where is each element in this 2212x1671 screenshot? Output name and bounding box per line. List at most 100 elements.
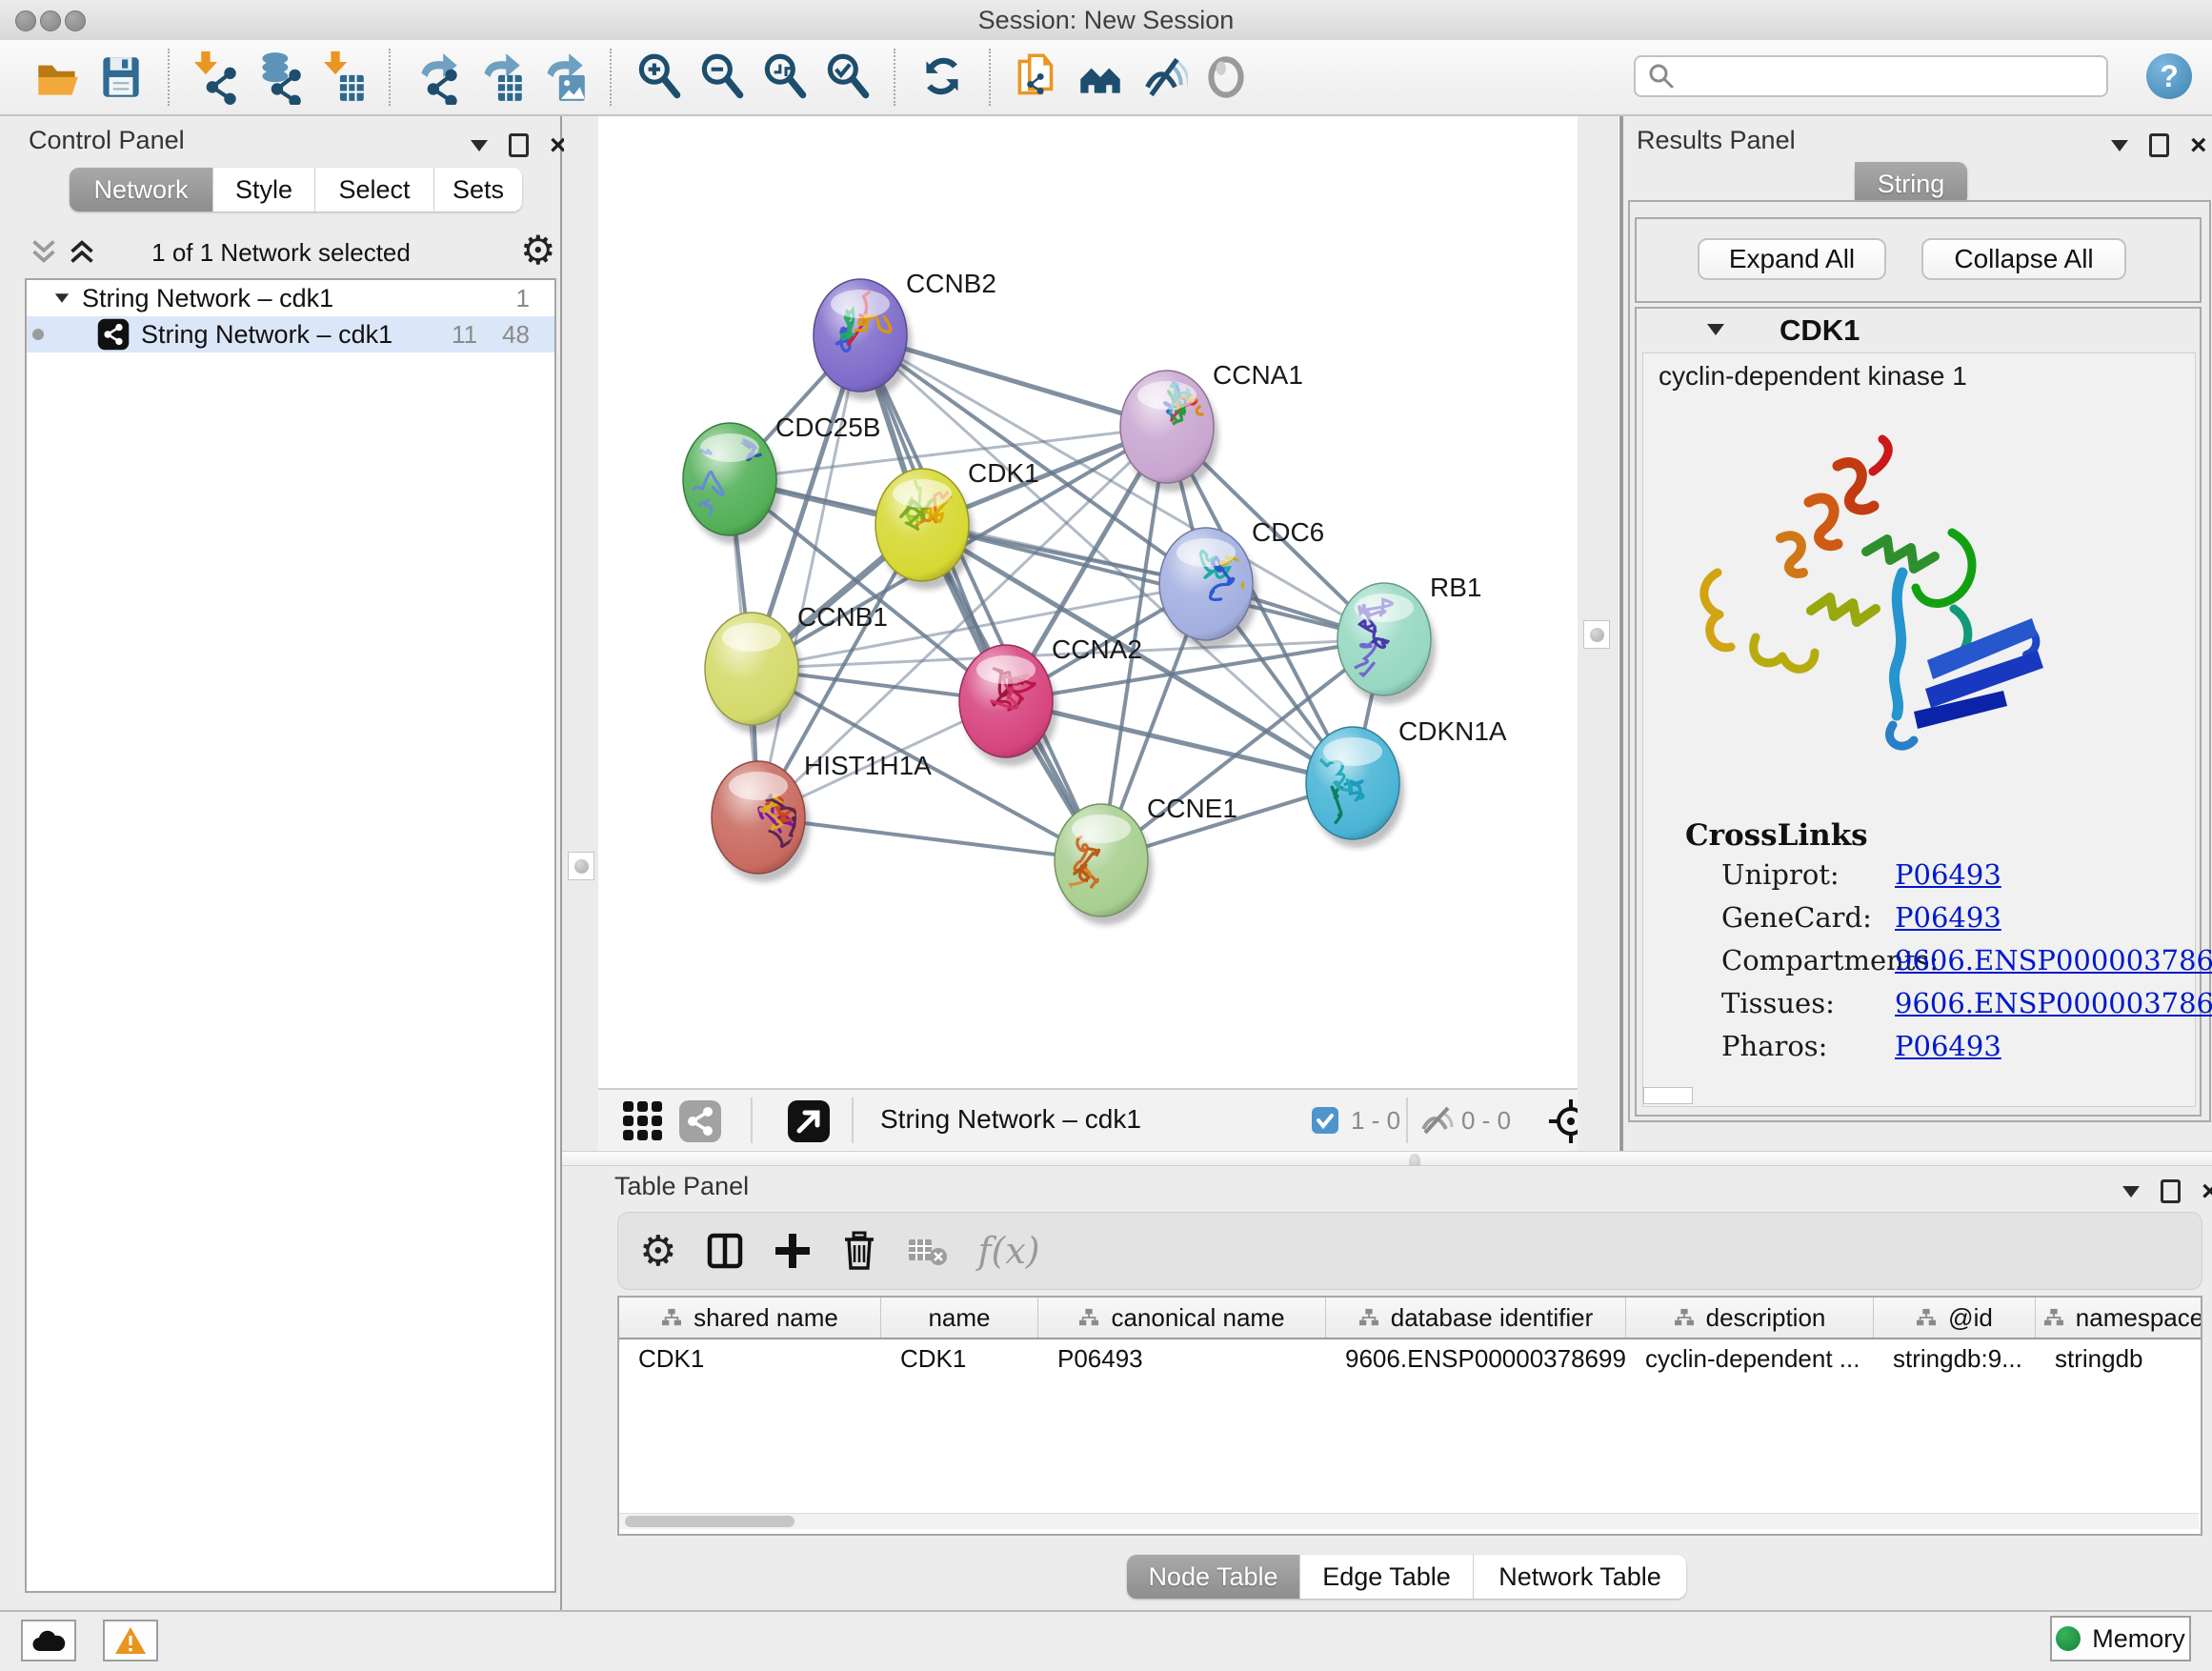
expand-all-button[interactable]: Expand All xyxy=(1698,238,1886,280)
network-name: String Network – cdk1 xyxy=(82,284,333,313)
crosslink-link[interactable]: P06493 xyxy=(1895,901,2001,934)
network-edge[interactable] xyxy=(758,817,1101,860)
close-panel-icon[interactable]: × xyxy=(2202,1182,2212,1201)
network-node-cdc6[interactable] xyxy=(1159,528,1257,649)
column-header-@id[interactable]: @id xyxy=(1874,1298,2036,1338)
column-header-database-identifier[interactable]: database identifier xyxy=(1326,1298,1626,1338)
tab-node-table[interactable]: Node Table xyxy=(1127,1555,1300,1599)
application-window: Session: New Session ? Control Panel × N… xyxy=(0,0,2212,1671)
crosslink-label: Uniprot: xyxy=(1721,858,1895,891)
zoom-out-icon[interactable] xyxy=(696,49,746,106)
collapse-panel-icon[interactable] xyxy=(2111,140,2128,151)
network-tree-row[interactable]: String Network – cdk11148 xyxy=(27,316,554,352)
network-node-ccna1[interactable] xyxy=(1120,371,1218,492)
collapse-panel-icon[interactable] xyxy=(2122,1186,2140,1198)
selected-checkbox-icon[interactable] xyxy=(1311,1106,1339,1135)
node-label: CCNB2 xyxy=(906,269,996,298)
network-node-ccne1[interactable] xyxy=(1054,804,1153,925)
crosslink-link[interactable]: P06493 xyxy=(1895,1030,2001,1062)
export-image-icon[interactable] xyxy=(538,49,588,106)
refresh-icon[interactable] xyxy=(917,49,967,106)
network-node-hist1h1a[interactable] xyxy=(712,761,810,882)
home-icon[interactable] xyxy=(1076,49,1125,106)
right-splitter-handle[interactable] xyxy=(1583,620,1610,649)
entry-expander-icon[interactable] xyxy=(1707,324,1724,335)
column-header-shared-name[interactable]: shared name xyxy=(619,1298,881,1338)
column-header-canonical-name[interactable]: canonical name xyxy=(1038,1298,1326,1338)
cloud-status-button[interactable] xyxy=(21,1620,76,1661)
scrollbar-thumb[interactable] xyxy=(1643,1087,1693,1104)
network-tree-row[interactable]: String Network – cdk11 xyxy=(27,280,554,316)
crosslink-label: Tissues: xyxy=(1721,987,1895,1019)
column-header-namespace[interactable]: namespace xyxy=(2036,1298,2202,1338)
column-header-name[interactable]: name xyxy=(881,1298,1038,1338)
import-network-file-icon[interactable] xyxy=(191,49,241,106)
delete-table-icon[interactable] xyxy=(907,1234,949,1268)
tab-edge-table[interactable]: Edge Table xyxy=(1300,1555,1474,1599)
crosslink-link[interactable]: 9606.ENSP00000378699 xyxy=(1895,987,2212,1019)
close-panel-icon[interactable]: × xyxy=(2190,136,2207,155)
node-label: CDC6 xyxy=(1252,517,1324,547)
float-panel-icon[interactable] xyxy=(509,133,529,157)
help-icon[interactable]: ? xyxy=(2146,53,2192,99)
warning-status-button[interactable] xyxy=(103,1620,158,1661)
columns-icon[interactable] xyxy=(705,1231,745,1271)
crosslink-link[interactable]: P06493 xyxy=(1895,858,2001,891)
tab-style[interactable]: Style xyxy=(213,168,315,211)
network-node-cdc25b[interactable] xyxy=(665,423,781,544)
collapse-panel-icon[interactable] xyxy=(471,140,488,151)
import-network-database-icon[interactable] xyxy=(254,49,304,106)
table-panel-splitter[interactable] xyxy=(562,1151,2212,1166)
save-session-icon[interactable] xyxy=(96,49,146,106)
fx-icon[interactable]: f(x) xyxy=(977,1230,1039,1272)
float-panel-icon[interactable] xyxy=(2149,133,2169,157)
grid-view-icon[interactable] xyxy=(621,1099,665,1143)
add-icon[interactable] xyxy=(774,1232,812,1270)
search-input[interactable] xyxy=(1681,62,2106,91)
left-splitter-handle[interactable] xyxy=(568,852,594,880)
node-label: CCNB1 xyxy=(797,602,888,632)
trash-icon[interactable] xyxy=(840,1230,878,1272)
toolbar-separator xyxy=(989,49,991,106)
hide-eye-icon[interactable] xyxy=(1138,49,1188,106)
zoom-in-icon[interactable] xyxy=(633,49,683,106)
network-node-ccna2[interactable] xyxy=(959,645,1057,766)
tab-network-table[interactable]: Network Table xyxy=(1474,1555,1686,1599)
status-bar: Memory xyxy=(0,1610,2212,1671)
crosslink-link[interactable]: 9606.ENSP00000378699 xyxy=(1895,944,2212,976)
open-in-window-icon[interactable] xyxy=(787,1099,831,1143)
network-canvas[interactable]: CCNB2CCNA1CDC25BCDK1CDC6RB1CCNB1CCNA2CDK… xyxy=(598,116,1578,1088)
network-node-cdkn1a[interactable] xyxy=(1306,727,1404,848)
tab-sets[interactable]: Sets xyxy=(434,168,522,211)
network-list-icon[interactable] xyxy=(678,1099,722,1143)
network-node-rb1[interactable] xyxy=(1337,583,1436,704)
crosslink-label: GeneCard: xyxy=(1721,901,1895,934)
zoom-selected-icon[interactable] xyxy=(822,49,872,106)
table-row[interactable]: CDK1CDK1P064939606.ENSP00000378699cyclin… xyxy=(619,1339,2201,1378)
column-label: namespace xyxy=(2076,1303,2202,1333)
network-edge[interactable] xyxy=(758,335,860,817)
export-network-icon[interactable] xyxy=(412,49,462,106)
network-node-cdk1[interactable] xyxy=(875,460,974,590)
show-eye-icon[interactable] xyxy=(1201,49,1251,106)
export-table-icon[interactable] xyxy=(475,49,525,106)
title-bar: Session: New Session xyxy=(0,0,2212,41)
search-box[interactable] xyxy=(1634,55,2108,97)
tab-select[interactable]: Select xyxy=(315,168,434,211)
zoom-fit-icon[interactable] xyxy=(759,49,809,106)
toolbar-separator xyxy=(168,49,170,106)
network-node-ccnb2[interactable] xyxy=(814,279,912,400)
expander-icon[interactable] xyxy=(55,293,69,303)
share-session-icon[interactable] xyxy=(1013,49,1062,106)
open-session-icon[interactable] xyxy=(33,49,83,106)
float-panel-icon[interactable] xyxy=(2161,1179,2181,1203)
network-node-ccnb1[interactable] xyxy=(705,613,803,734)
column-header-description[interactable]: description xyxy=(1626,1298,1874,1338)
table-horizontal-scrollbar[interactable] xyxy=(619,1513,2199,1529)
memory-button[interactable]: Memory xyxy=(2050,1616,2191,1661)
gear-icon[interactable]: ⚙ xyxy=(520,227,556,273)
tab-network[interactable]: Network xyxy=(70,168,213,211)
gear-icon[interactable]: ⚙ xyxy=(639,1227,676,1276)
import-table-file-icon[interactable] xyxy=(317,49,367,106)
collapse-all-button[interactable]: Collapse All xyxy=(1921,238,2126,280)
